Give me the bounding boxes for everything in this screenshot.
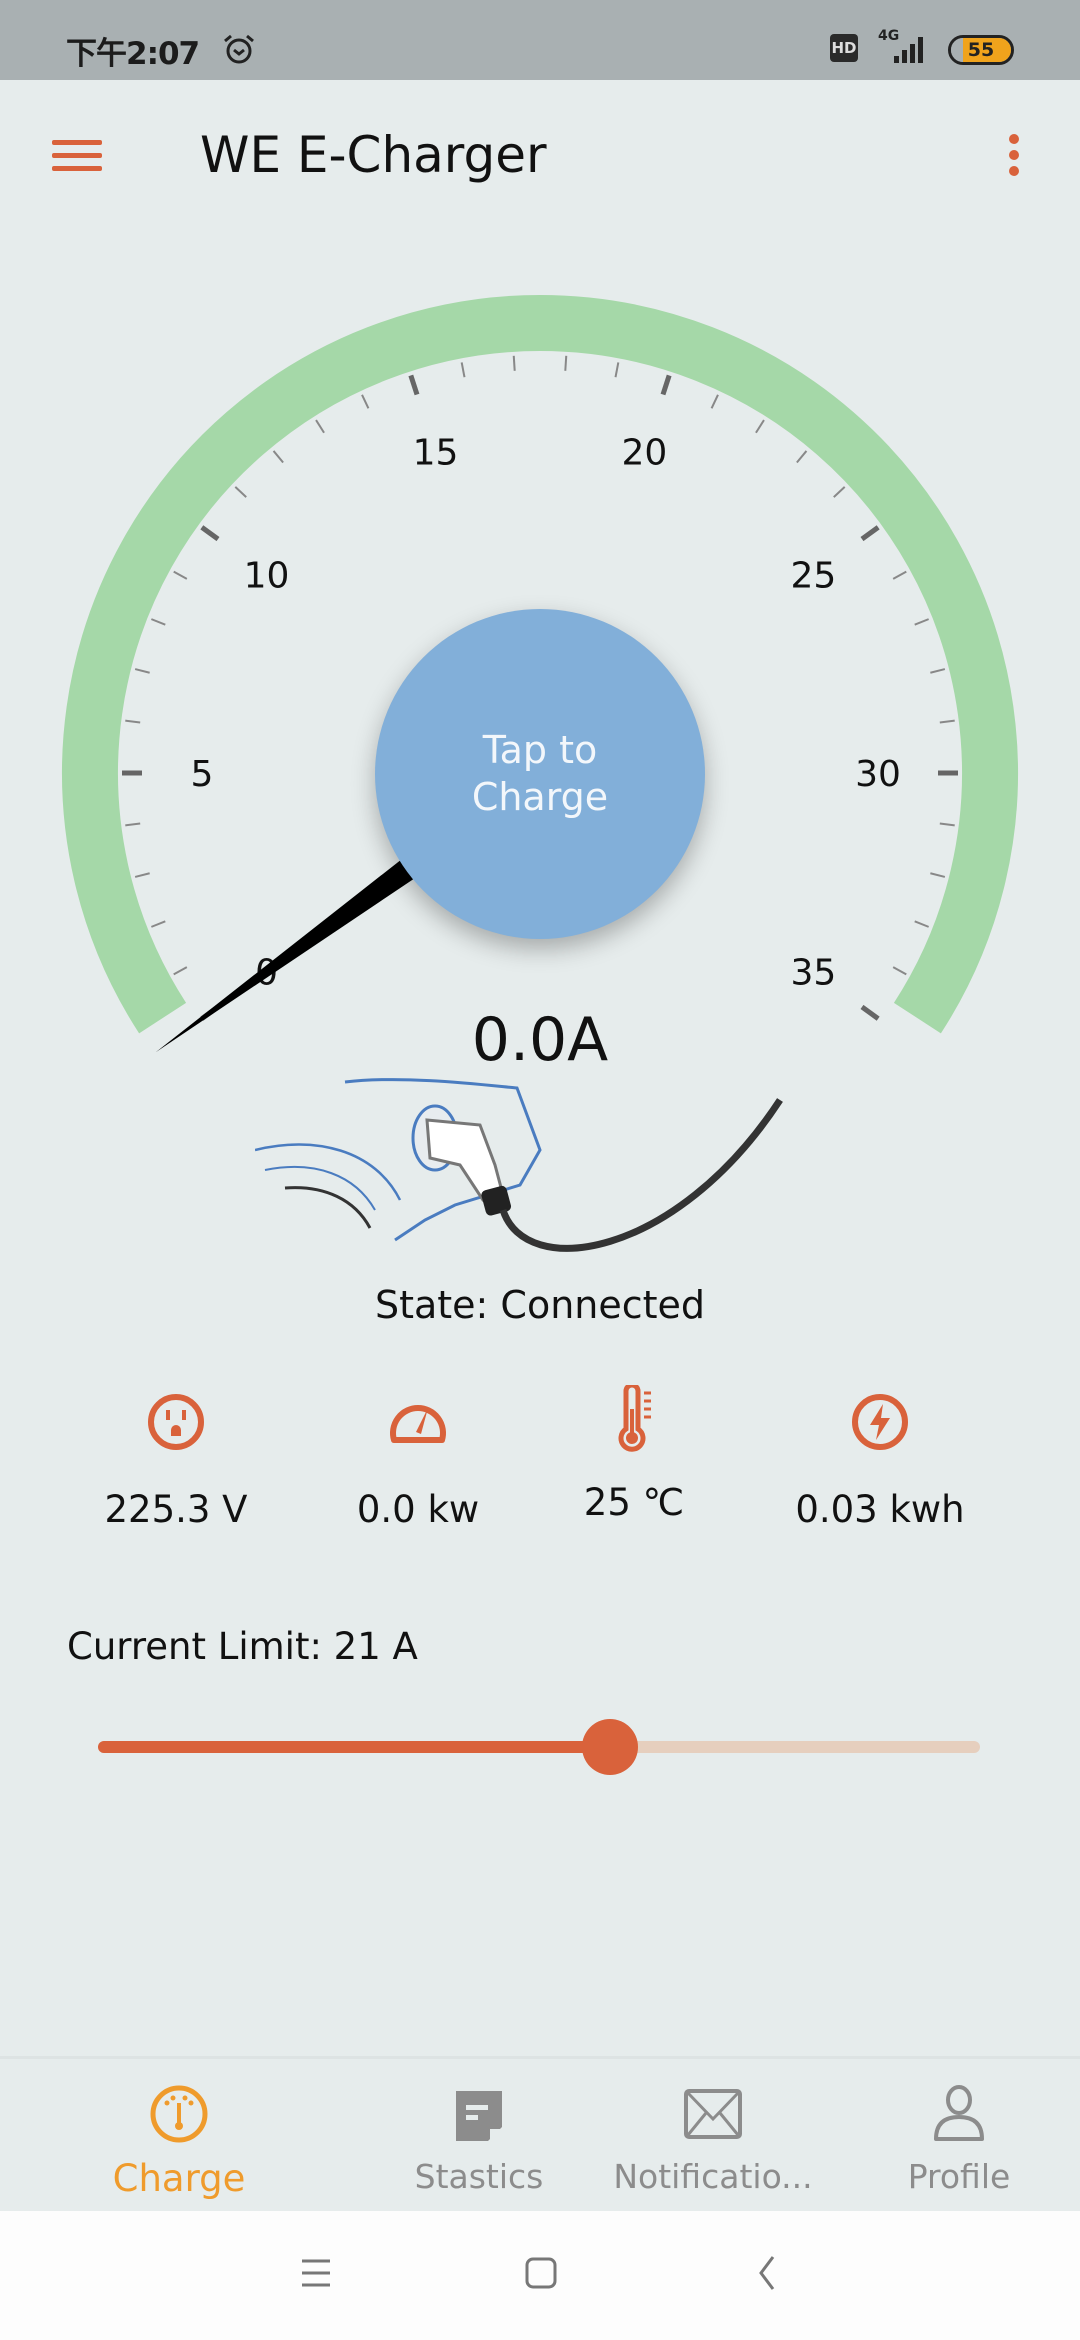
tick-label: 30 <box>855 754 901 795</box>
home-icon[interactable] <box>524 2256 558 2290</box>
tap-to-charge-button[interactable]: Tap to Charge <box>375 609 705 939</box>
tick-label: 15 <box>413 433 459 474</box>
tab-profile-label: Profile <box>907 2157 1011 2196</box>
slider-thumb[interactable] <box>581 1719 638 1775</box>
minor-tick <box>125 822 141 827</box>
tick-label: 35 <box>791 953 837 994</box>
tick-label: 5 <box>191 754 214 795</box>
current-limit-slider[interactable] <box>98 1719 980 1775</box>
minor-tick <box>272 450 284 464</box>
tab-notifications-label: Notificatio... <box>613 2157 813 2196</box>
battery-level: 55 <box>967 39 995 61</box>
system-navigation-bar <box>0 2211 1080 2340</box>
minor-tick <box>892 966 907 976</box>
minor-tick <box>361 394 370 409</box>
menu-button[interactable] <box>52 132 102 179</box>
tab-profile[interactable]: Profile <box>834 2083 1080 2196</box>
major-tick <box>660 374 672 396</box>
temperature-value: 25 ℃ <box>583 1481 685 1524</box>
energy-value: 0.03 kwh <box>795 1488 965 1531</box>
minor-tick <box>914 618 930 626</box>
tab-charge[interactable]: Charge <box>54 2083 304 2200</box>
signal-icon <box>894 37 923 63</box>
tick-label: 25 <box>791 555 837 596</box>
minor-tick <box>512 355 516 371</box>
minor-tick <box>755 419 765 434</box>
major-tick <box>408 374 420 396</box>
speedometer-icon <box>390 1405 446 1443</box>
app-title: WE E-Charger <box>200 126 547 184</box>
current-limit-label: Current Limit: 21 A <box>67 1625 418 1668</box>
mail-icon <box>684 2089 742 2139</box>
battery-icon: 55 <box>948 35 1014 65</box>
status-bar: 下午2:07 HD 4G 55 <box>0 0 1080 80</box>
minor-tick <box>173 966 188 976</box>
minor-tick <box>833 486 846 498</box>
thermometer-icon <box>618 1382 651 1452</box>
minor-tick <box>939 719 955 724</box>
minor-tick <box>315 419 325 434</box>
minor-tick <box>234 486 247 498</box>
hd-badge: HD <box>830 34 858 62</box>
tab-statistics-label: Stastics <box>414 2157 544 2196</box>
more-options-button[interactable] <box>1009 128 1019 182</box>
tab-notifications[interactable]: Notificatio... <box>588 2083 838 2196</box>
outlet-icon <box>148 1394 204 1450</box>
bottom-navigation: Charge Stastics Notificatio... Profile <box>0 2056 1080 2211</box>
minor-tick <box>614 362 620 378</box>
note-icon <box>456 2091 502 2141</box>
major-tick <box>200 525 220 542</box>
minor-tick <box>460 362 466 378</box>
gauge-icon <box>150 2085 208 2143</box>
minor-tick <box>892 570 907 580</box>
recents-icon[interactable] <box>300 2257 332 2289</box>
tab-charge-label: Charge <box>112 2157 246 2200</box>
minor-tick <box>125 719 141 724</box>
car-charging-illustration <box>255 1078 783 1252</box>
voltage-metric: 225.3 V <box>46 1392 306 1531</box>
slider-fill <box>98 1741 610 1753</box>
minor-tick <box>564 355 568 371</box>
minor-tick <box>710 394 719 409</box>
voltage-value: 225.3 V <box>104 1488 248 1531</box>
minor-tick <box>939 822 955 827</box>
status-time: 下午2:07 <box>66 36 200 72</box>
tab-statistics[interactable]: Stastics <box>354 2083 604 2196</box>
minor-tick <box>796 450 808 464</box>
alarm-icon <box>224 34 254 64</box>
energy-metric: 0.03 kwh <box>750 1392 1010 1531</box>
lightning-icon <box>852 1394 908 1450</box>
minor-tick <box>134 872 150 878</box>
tick-label: 20 <box>622 433 668 474</box>
current-reading: 0.0A <box>471 1005 609 1075</box>
minor-tick <box>150 920 166 928</box>
temperature-metric: 25 ℃ <box>504 1382 764 1524</box>
minor-tick <box>173 570 188 580</box>
minor-tick <box>930 668 946 674</box>
tick-label: 10 <box>244 555 290 596</box>
minor-tick <box>134 668 150 674</box>
minor-tick <box>914 920 930 928</box>
person-icon <box>934 2085 984 2141</box>
connection-state: State: Connected <box>374 1283 706 1327</box>
minor-tick <box>930 872 946 878</box>
minor-tick <box>150 618 166 626</box>
major-tick <box>860 525 880 542</box>
back-icon[interactable] <box>755 2255 779 2291</box>
